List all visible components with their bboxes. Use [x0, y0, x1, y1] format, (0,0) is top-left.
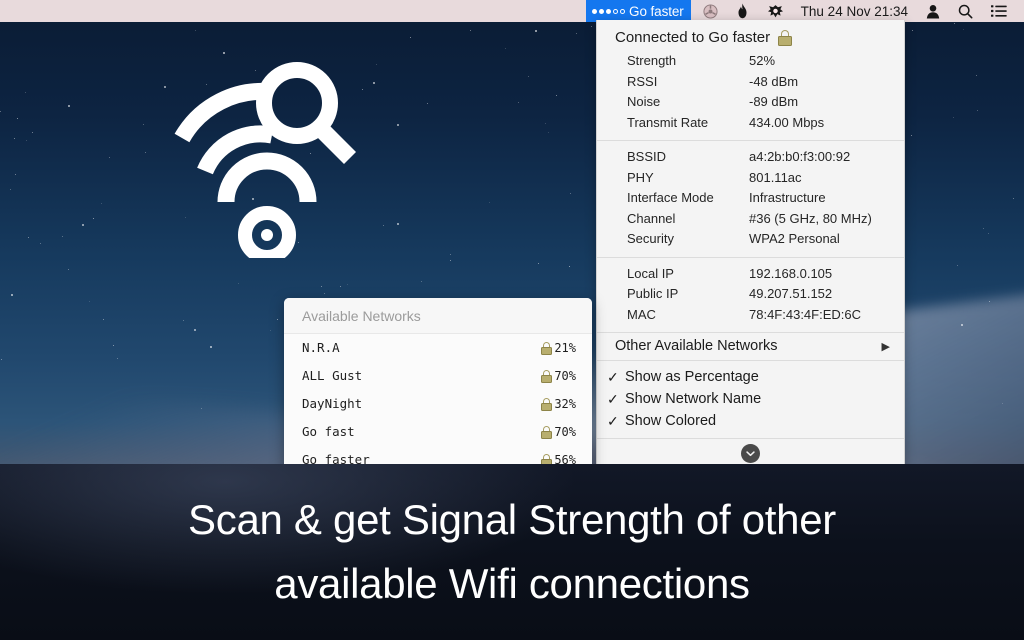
info-row: Interface Mode Infrastructure: [597, 188, 904, 209]
lock-icon: [541, 397, 553, 411]
network-list-item[interactable]: DayNight 32%: [284, 390, 592, 418]
info-value: #36 (5 GHz, 80 MHz): [749, 210, 872, 226]
info-value: -89 dBm: [749, 94, 799, 109]
dropdown-details-section: BSSID a4:2b:b0:f3:00:92 PHY 801.11ac Int…: [597, 141, 904, 257]
lock-icon: [778, 29, 793, 46]
info-row: PHY 801.11ac: [597, 168, 904, 189]
network-meta: 70%: [541, 366, 576, 386]
network-meta: 32%: [541, 394, 576, 414]
network-strength: 70%: [554, 369, 576, 383]
lock-icon: [541, 369, 553, 383]
info-value: Infrastructure: [749, 190, 826, 205]
network-ssid: DayNight: [302, 396, 363, 411]
info-key: Public IP: [627, 286, 679, 301]
info-value: 52%: [749, 53, 776, 68]
network-meta: 70%: [541, 422, 576, 442]
lock-icon: [541, 425, 553, 439]
info-value: WPA2 Personal: [749, 231, 840, 246]
info-row: Strength 52%: [597, 51, 904, 72]
info-value: 434.00 Mbps: [749, 114, 825, 130]
promo-caption-text: Scan & get Signal Strength of other avai…: [188, 488, 836, 616]
info-key: Noise: [627, 94, 661, 109]
info-row: Security WPA2 Personal: [597, 229, 904, 250]
screenshot-root: Go faster Thu 24 Nov 21:34 Connected to …: [0, 0, 1024, 640]
dropdown-connection-section: Connected to Go faster Strength 52% RSSI…: [597, 20, 904, 140]
info-row: BSSID a4:2b:b0:f3:00:92: [597, 147, 904, 168]
caption-line-1: Scan & get Signal Strength of other: [188, 496, 836, 544]
wifi-magnifier-icon: [174, 62, 357, 264]
info-value: a4:2b:b0:f3:00:92: [749, 149, 851, 164]
info-row: Channel #36 (5 GHz, 80 MHz): [597, 209, 904, 230]
menu-item-label: Show as Percentage: [625, 369, 759, 385]
menu-item-label: Other Available Networks: [615, 338, 778, 354]
menu-item-show-colored[interactable]: ✓ Show Colored: [597, 410, 904, 432]
notification-center-icon[interactable]: [991, 4, 1007, 18]
info-row: Public IP 49.207.51.152: [597, 284, 904, 305]
info-value: 801.11ac: [749, 169, 802, 185]
expand-more-button[interactable]: [741, 444, 760, 463]
info-row: Transmit Rate 434.00 Mbps: [597, 113, 904, 134]
checkmark-icon: ✓: [607, 369, 619, 385]
info-row: Local IP 192.168.0.105: [597, 264, 904, 285]
menu-item-label: Show Colored: [625, 413, 717, 429]
network-strength: 21%: [554, 341, 576, 355]
info-key: Transmit Rate: [627, 114, 709, 130]
network-list-item[interactable]: ALL Gust 70%: [284, 362, 592, 390]
menu-item-show-as-percentage[interactable]: ✓ Show as Percentage: [597, 366, 904, 388]
checkmark-icon: ✓: [607, 413, 619, 429]
flame-icon[interactable]: [736, 3, 749, 19]
network-ssid: Go fast: [302, 424, 355, 439]
dropdown-options-section: ✓ Show as Percentage ✓ Show Network Name…: [597, 361, 904, 438]
user-account-icon[interactable]: [926, 4, 940, 19]
info-key: Channel: [627, 210, 676, 226]
connected-network-title: Connected to Go faster: [597, 26, 904, 51]
dropdown-network-info-section: Local IP 192.168.0.105 Public IP 49.207.…: [597, 258, 904, 333]
info-value: 192.168.0.105: [749, 265, 833, 281]
info-value: -48 dBm: [749, 73, 799, 89]
network-list-item[interactable]: N.R.A 21%: [284, 334, 592, 362]
promo-caption-band: Scan & get Signal Strength of other avai…: [0, 464, 1024, 640]
info-key: Local IP: [627, 265, 674, 281]
info-key: PHY: [627, 169, 654, 185]
network-strength: 70%: [554, 425, 576, 439]
info-row: RSSI -48 dBm: [597, 72, 904, 93]
spotlight-search-icon[interactable]: [958, 4, 973, 19]
info-key: MAC: [627, 306, 656, 322]
info-key: BSSID: [627, 149, 667, 164]
submenu-arrow-icon: ▶: [881, 340, 890, 353]
connected-network-label: Connected to Go faster: [615, 29, 771, 46]
info-value: 78:4F:43:4F:ED:6C: [749, 306, 861, 322]
menubar-wifi-ssid-label: Go faster: [629, 3, 684, 19]
caption-line-2: available Wifi connections: [274, 560, 750, 607]
menu-item-show-network-name[interactable]: ✓ Show Network Name: [597, 388, 904, 410]
chevron-down-icon: [746, 450, 755, 456]
info-row: Noise -89 dBm: [597, 92, 904, 113]
info-key: Interface Mode: [627, 190, 714, 205]
checkmark-icon: ✓: [607, 391, 619, 407]
menu-item-label: Show Network Name: [625, 391, 762, 407]
info-value: 49.207.51.152: [749, 286, 833, 301]
menubar-clock[interactable]: Thu 24 Nov 21:34: [801, 4, 908, 19]
wifi-magnifier-logo: [160, 58, 380, 264]
network-list-item[interactable]: Go fast 70%: [284, 418, 592, 446]
info-key: Security: [627, 231, 674, 246]
signal-strength-dots: [592, 8, 625, 14]
info-row: MAC 78:4F:43:4F:ED:6C: [597, 305, 904, 326]
network-meta: 21%: [541, 338, 576, 358]
wifi-status-dropdown: Connected to Go faster Strength 52% RSSI…: [596, 20, 905, 471]
network-ssid: ALL Gust: [302, 368, 363, 383]
menubar-item-wifi-explorer[interactable]: Go faster: [586, 0, 691, 22]
info-key: RSSI: [627, 73, 658, 89]
lock-icon: [541, 341, 553, 355]
available-networks-header: Available Networks: [284, 298, 592, 334]
spokes-circle-icon[interactable]: [703, 3, 718, 19]
network-ssid: N.R.A: [302, 340, 340, 355]
menu-item-other-available-networks[interactable]: Other Available Networks ▶: [597, 333, 904, 360]
network-strength: 32%: [554, 397, 576, 411]
bug-icon[interactable]: [767, 4, 784, 19]
macos-menu-bar: Go faster Thu 24 Nov 21:34: [0, 0, 1024, 22]
info-key: Strength: [627, 53, 677, 68]
